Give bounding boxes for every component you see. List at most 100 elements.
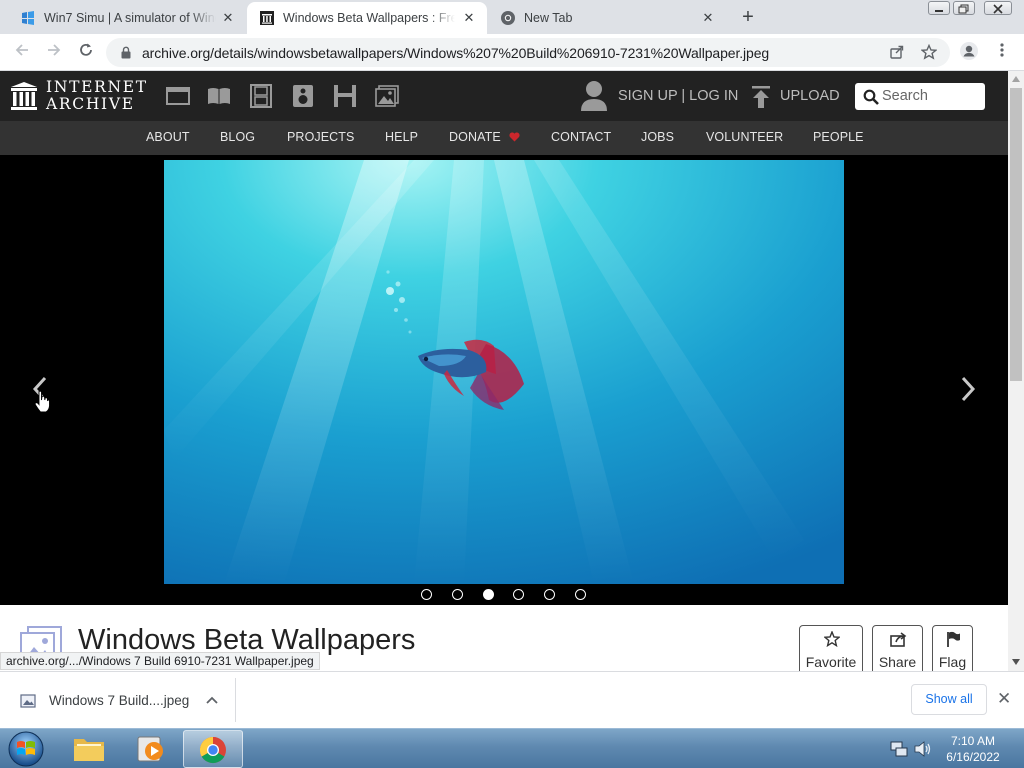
internet-archive-logo-icon[interactable] [10, 81, 38, 111]
nav-people[interactable]: PEOPLE [813, 130, 864, 144]
clock-time: 7:10 AM [950, 734, 996, 748]
share-button[interactable]: Share [872, 625, 923, 675]
taskbar-clock[interactable]: 7:10 AM 6/16/2022 [935, 733, 1011, 765]
forward-button[interactable] [43, 41, 65, 63]
chrome-favicon [501, 11, 515, 25]
close-download-shelf-icon[interactable]: ✕ [997, 689, 1011, 709]
profile-button[interactable] [958, 41, 980, 63]
upload-link[interactable]: UPLOAD [780, 88, 840, 104]
internet-archive-favicon [260, 11, 274, 25]
internet-archive-wordmark[interactable]: INTERNET ARCHIVE [46, 79, 148, 113]
share-page-icon[interactable] [889, 44, 905, 60]
flag-icon [947, 631, 960, 647]
reload-button[interactable] [75, 41, 97, 63]
tab-title: New Tab [524, 11, 573, 25]
page-scrollbar[interactable] [1008, 71, 1024, 671]
share-label: Share [878, 654, 917, 670]
nav-help[interactable]: HELP [385, 130, 418, 144]
ia-nav-bar: ABOUT BLOG PROJECTS HELP DONATE CONTACT … [0, 121, 1008, 155]
screen: Win7 Simu | A simulator of Windows 7 ✕ W… [0, 0, 1024, 768]
ia-header: INTERNET ARCHIVE SIGN UP | LOG IN UPLOAD… [0, 71, 1008, 121]
scroll-down-arrow-icon[interactable] [1012, 659, 1020, 665]
slide-dot[interactable] [575, 589, 586, 600]
nav-jobs[interactable]: JOBS [641, 130, 674, 144]
lock-icon[interactable] [120, 46, 132, 59]
start-button-icon[interactable] [6, 730, 46, 768]
tab-win7simu[interactable]: Win7 Simu | A simulator of Windows 7 ✕ [8, 2, 246, 34]
divider [235, 678, 236, 722]
network-icon[interactable] [890, 741, 908, 757]
audio-icon[interactable] [291, 84, 315, 108]
clock-date: 6/16/2022 [946, 750, 1000, 764]
link-status-bubble: archive.org/.../Windows 7 Build 6910-723… [0, 652, 320, 670]
texts-icon[interactable] [207, 84, 231, 108]
nav-blog[interactable]: BLOG [220, 130, 255, 144]
slide-dot[interactable] [544, 589, 556, 600]
scroll-up-arrow-icon[interactable] [1012, 76, 1020, 82]
flag-label: Flag [938, 654, 967, 670]
arrow-left-icon [15, 44, 28, 56]
taskbar-explorer[interactable] [59, 730, 119, 768]
windows-taskbar: 7:10 AM 6/16/2022 [0, 728, 1024, 768]
profile-icon [960, 42, 978, 60]
upload-icon[interactable] [751, 86, 771, 108]
show-all-downloads-button[interactable]: Show all [911, 684, 987, 715]
close-tab-icon[interactable]: ✕ [461, 10, 477, 26]
logo-line: ARCHIVE [46, 95, 135, 113]
ia-search-input[interactable]: Search [855, 83, 985, 110]
sign-up-log-in-link[interactable]: SIGN UP | LOG IN [618, 88, 738, 104]
image-viewer [0, 155, 1008, 605]
scrollbar-thumb[interactable] [1010, 88, 1022, 381]
image-file-icon [20, 694, 36, 708]
arrow-right-icon [48, 44, 61, 56]
web-icon[interactable] [166, 84, 190, 108]
nav-projects[interactable]: PROJECTS [287, 130, 354, 144]
restore-icon [958, 4, 969, 14]
favorite-button[interactable]: Favorite [799, 625, 863, 675]
heart-icon [509, 132, 520, 142]
close-window-button[interactable] [984, 1, 1012, 15]
download-file-name[interactable]: Windows 7 Build....jpeg [49, 693, 189, 708]
reload-icon [80, 43, 92, 56]
hand-cursor-icon [34, 390, 50, 413]
user-icon[interactable] [580, 80, 608, 112]
tab-windows-beta-wallpapers[interactable]: Windows Beta Wallpapers : Free Download … [247, 2, 487, 34]
close-tab-icon[interactable]: ✕ [220, 10, 236, 26]
media-player-icon [137, 736, 163, 762]
nav-about[interactable]: ABOUT [146, 130, 190, 144]
address-bar[interactable]: archive.org/details/windowsbetawallpaper… [106, 38, 950, 67]
flag-button[interactable]: Flag [932, 625, 973, 675]
chrome-icon [199, 736, 226, 764]
url-text[interactable]: archive.org/details/windowsbetawallpaper… [142, 45, 769, 61]
slide-dot[interactable] [421, 589, 432, 600]
close-tab-icon[interactable]: ✕ [700, 10, 716, 26]
slide-dot[interactable] [451, 589, 463, 600]
nav-donate-label: DONATE [449, 130, 501, 144]
bookmark-star-icon[interactable] [921, 44, 937, 60]
tab-title: Win7 Simu | A simulator of Windows 7 [44, 11, 216, 25]
slide-dot[interactable] [482, 589, 494, 600]
chevron-up-icon[interactable] [206, 695, 218, 705]
tab-new-tab[interactable]: New Tab ✕ [488, 2, 726, 34]
back-button[interactable] [11, 41, 33, 63]
images-icon[interactable] [375, 84, 399, 108]
logo-line: INTERNET [46, 78, 148, 96]
menu-button[interactable] [991, 41, 1013, 63]
search-placeholder: Search [882, 88, 928, 104]
slide-dot[interactable] [513, 589, 525, 600]
windows-7-beta-fish-wallpaper[interactable] [164, 160, 844, 584]
software-icon[interactable] [333, 84, 357, 108]
more-vert-icon [1000, 43, 1004, 57]
nav-contact[interactable]: CONTACT [551, 130, 611, 144]
next-image-arrow-icon[interactable] [958, 375, 978, 403]
nav-volunteer[interactable]: VOLUNTEER [706, 130, 783, 144]
minimize-window-button[interactable] [928, 1, 950, 15]
new-tab-button[interactable]: + [737, 7, 759, 29]
taskbar-chrome[interactable] [183, 730, 243, 768]
restore-window-button[interactable] [953, 1, 975, 15]
nav-donate[interactable]: DONATE [449, 130, 520, 144]
video-icon[interactable] [249, 84, 273, 108]
minimize-icon [935, 10, 943, 12]
taskbar-media-player[interactable] [121, 730, 181, 768]
volume-icon[interactable] [914, 741, 932, 757]
